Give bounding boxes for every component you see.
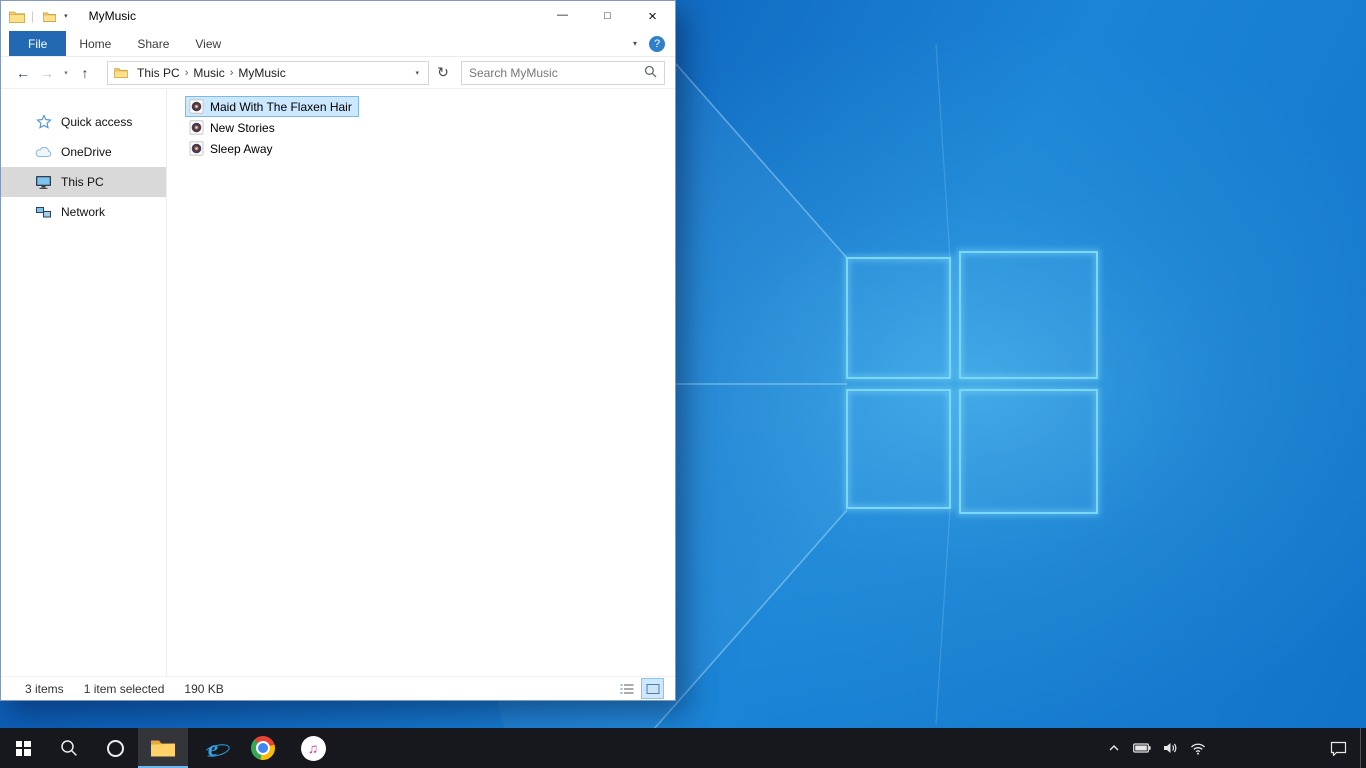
start-button[interactable]	[0, 728, 46, 768]
file-name: Sleep Away	[210, 141, 273, 156]
action-center-icon	[1330, 741, 1346, 756]
tab-share[interactable]: Share	[124, 31, 182, 56]
cortana-button[interactable]	[92, 728, 138, 768]
wifi-icon	[1191, 743, 1205, 755]
file-name: New Stories	[210, 120, 275, 135]
tab-file[interactable]: File	[9, 31, 67, 56]
window-title: MyMusic	[88, 9, 136, 23]
up-button[interactable]: ↑	[73, 65, 97, 81]
chevron-up-icon	[1109, 745, 1119, 751]
breadcrumb-mymusic[interactable]: MyMusic	[235, 66, 288, 80]
file-row[interactable]: Sleep Away	[185, 138, 280, 159]
network-status[interactable]	[1184, 728, 1212, 768]
search-icon	[61, 740, 77, 756]
taskbar-empty-area	[1212, 728, 1316, 768]
status-selection: 1 item selected	[83, 681, 165, 696]
cloud-icon	[35, 146, 52, 158]
back-button[interactable]: ←	[11, 65, 35, 81]
details-view-icon	[620, 683, 633, 694]
star-icon	[35, 114, 52, 130]
file-name: Maid With The Flaxen Hair	[210, 99, 352, 114]
file-row[interactable]: New Stories	[185, 117, 282, 138]
minimize-button[interactable]: —	[540, 1, 585, 31]
tray-expand-button[interactable]	[1100, 728, 1128, 768]
large-icons-view-icon	[646, 683, 659, 694]
breadcrumb-this-pc[interactable]: This PC	[134, 66, 183, 80]
chrome-icon	[251, 736, 275, 760]
details-view-button[interactable]	[616, 679, 637, 698]
tab-home[interactable]: Home	[66, 31, 124, 56]
sidebar-item-network[interactable]: Network	[1, 197, 166, 227]
cortana-icon	[106, 739, 124, 757]
windows-logo-icon	[15, 740, 31, 756]
taskbar-search-button[interactable]	[46, 728, 92, 768]
status-item-count: 3 items	[25, 681, 64, 696]
music-file-icon	[189, 99, 204, 114]
computer-icon	[35, 175, 52, 190]
breadcrumb-separator: ›	[184, 66, 189, 79]
title-bar[interactable]: | ▾ MyMusic — □ ×	[1, 1, 675, 31]
taskbar-chrome-button[interactable]	[238, 728, 288, 768]
navigation-pane: Quick access OneDrive This PC Network	[1, 89, 167, 676]
tab-view[interactable]: View	[182, 31, 234, 56]
taskbar-itunes-button[interactable]: ♫	[288, 728, 338, 768]
folder-icon	[9, 10, 25, 23]
window-body: Quick access OneDrive This PC Network Ma…	[1, 89, 675, 676]
battery-status[interactable]	[1128, 728, 1156, 768]
breadcrumb-music[interactable]: Music	[190, 66, 227, 80]
file-list: Maid With The Flaxen Hair New Stories Sl…	[167, 89, 675, 676]
desktop: | ▾ MyMusic — □ × File Home Share View ▾…	[0, 0, 1366, 768]
network-icon	[35, 206, 52, 219]
search-box	[461, 60, 665, 85]
itunes-icon: ♫	[300, 735, 326, 761]
action-center-button[interactable]	[1316, 728, 1360, 768]
refresh-button[interactable]: ↻	[429, 64, 457, 81]
taskbar: e ♫	[0, 728, 1366, 768]
music-file-icon	[189, 141, 204, 156]
taskbar-internet-explorer-button[interactable]: e	[188, 728, 238, 768]
sidebar-item-label: OneDrive	[61, 145, 112, 159]
file-explorer-icon	[151, 740, 175, 757]
taskbar-file-explorer-button[interactable]	[138, 728, 188, 768]
maximize-button[interactable]: □	[585, 1, 630, 31]
search-input[interactable]	[469, 65, 644, 80]
battery-icon	[1133, 743, 1151, 753]
search-icon[interactable]	[644, 65, 657, 81]
status-size: 190 KB	[184, 681, 224, 696]
large-icons-view-button[interactable]	[641, 678, 664, 699]
file-row[interactable]: Maid With The Flaxen Hair	[185, 96, 359, 117]
address-box[interactable]: This PC › Music › MyMusic ▾	[107, 60, 429, 85]
titlebar-separator: |	[31, 9, 35, 23]
internet-explorer-icon: e	[207, 735, 219, 761]
recent-locations-icon[interactable]: ▾	[59, 69, 73, 77]
volume-status[interactable]	[1156, 728, 1184, 768]
music-file-icon	[189, 120, 204, 135]
system-tray	[1100, 728, 1366, 768]
address-folder-icon	[114, 67, 128, 78]
speaker-icon	[1163, 743, 1176, 753]
close-button[interactable]: ×	[630, 1, 675, 31]
sidebar-item-quick-access[interactable]: Quick access	[1, 107, 166, 137]
show-desktop-button[interactable]	[1360, 728, 1366, 768]
address-bar: ← → ▾ ↑ This PC › Music › MyMusic ▾ ↻	[1, 57, 675, 89]
sidebar-item-label: This PC	[61, 175, 104, 189]
file-explorer-window: | ▾ MyMusic — □ × File Home Share View ▾…	[0, 0, 676, 701]
ribbon-tabs: File Home Share View ▾ ?	[1, 31, 675, 57]
sidebar-item-label: Network	[61, 205, 106, 219]
breadcrumb-separator: ›	[229, 66, 234, 79]
forward-button[interactable]: →	[35, 65, 59, 81]
status-bar: 3 items 1 item selected 190 KB	[1, 676, 675, 700]
sidebar-item-label: Quick access	[61, 115, 133, 129]
sidebar-item-onedrive[interactable]: OneDrive	[1, 137, 166, 167]
sidebar-item-this-pc[interactable]: This PC	[1, 167, 166, 197]
expand-ribbon-icon[interactable]: ▾	[633, 39, 637, 48]
address-dropdown-icon[interactable]: ▾	[410, 69, 424, 77]
qat-folder-icon[interactable]	[43, 11, 57, 22]
qat-dropdown-icon[interactable]: ▾	[64, 12, 68, 20]
help-button[interactable]: ?	[649, 35, 665, 52]
